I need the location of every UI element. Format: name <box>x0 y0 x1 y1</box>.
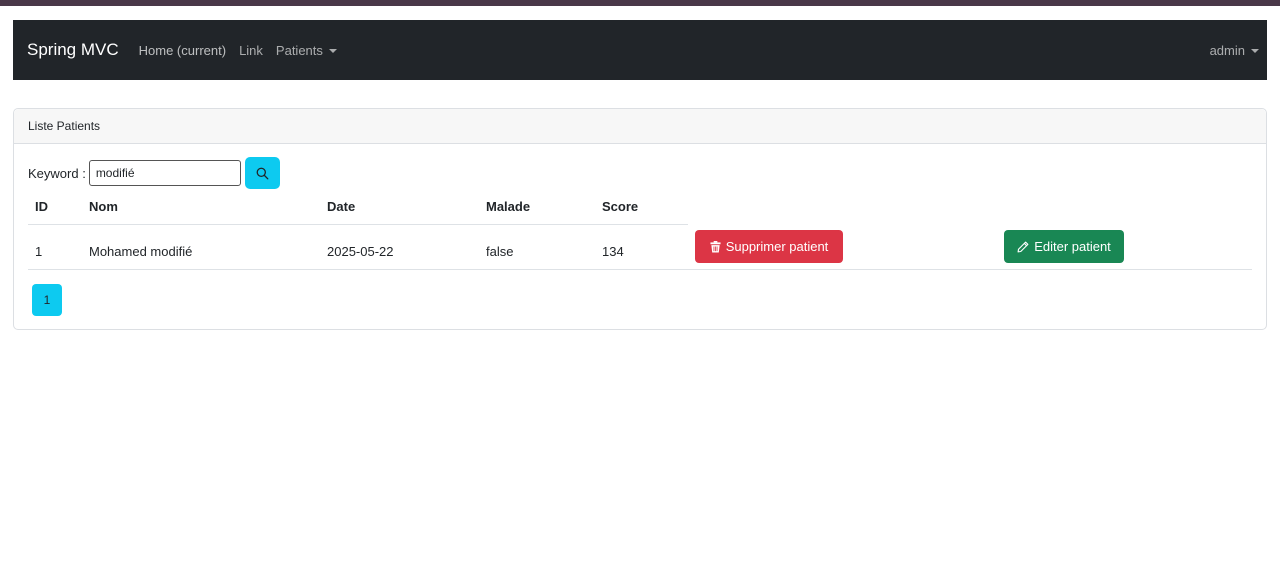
cell-date: 2025-05-22 <box>327 244 394 259</box>
table-header-divider <box>28 224 688 225</box>
trash-icon <box>710 240 721 252</box>
search-button[interactable] <box>244 157 280 189</box>
table-row-divider <box>28 269 1252 270</box>
edit-patient-button[interactable]: Editer patient <box>1004 230 1124 263</box>
col-header-score: Score <box>602 199 639 214</box>
cell-malade: false <box>486 244 514 259</box>
keyword-input[interactable] <box>88 160 241 186</box>
cell-nom: Mohamed modifié <box>89 244 193 259</box>
col-header-id: ID <box>35 199 48 214</box>
card-header: Liste Patients <box>14 109 1266 144</box>
pencil-icon <box>1017 241 1029 252</box>
col-header-nom: Nom <box>89 199 118 214</box>
user-name: admin <box>1209 42 1245 58</box>
edit-patient-label: Editer patient <box>1034 239 1111 254</box>
navbar: Spring MVC Home (current) Link Patients … <box>13 20 1267 80</box>
cell-id: 1 <box>35 244 43 259</box>
caret-down-icon <box>328 48 337 53</box>
navbar-brand[interactable]: Spring MVC <box>27 40 119 60</box>
nav-dropdown-patients[interactable]: Patients <box>276 43 337 58</box>
nav-link-home[interactable]: Home (current) <box>139 43 226 58</box>
caret-down-icon <box>1251 48 1259 53</box>
patients-card: Liste Patients Keyword : ID Nom Date Mal… <box>13 108 1267 330</box>
col-header-date: Date <box>327 199 356 214</box>
search-icon <box>256 167 269 179</box>
nav-dropdown-patients-label: Patients <box>275 42 323 58</box>
delete-patient-button[interactable]: Supprimer patient <box>695 230 843 263</box>
window-top-strip <box>0 0 1280 6</box>
keyword-label: Keyword : <box>28 165 86 181</box>
patients-table: ID Nom Date Malade Score 1 Mohamed modif… <box>28 191 1252 271</box>
search-form: Keyword : <box>28 157 280 189</box>
col-header-malade: Malade <box>486 199 531 214</box>
nav-dropdown-user[interactable]: admin <box>1210 43 1259 58</box>
delete-patient-label: Supprimer patient <box>725 239 829 254</box>
pagination-page-1[interactable]: 1 <box>32 284 62 316</box>
cell-score: 134 <box>602 244 624 259</box>
nav-link-link[interactable]: Link <box>239 43 263 58</box>
